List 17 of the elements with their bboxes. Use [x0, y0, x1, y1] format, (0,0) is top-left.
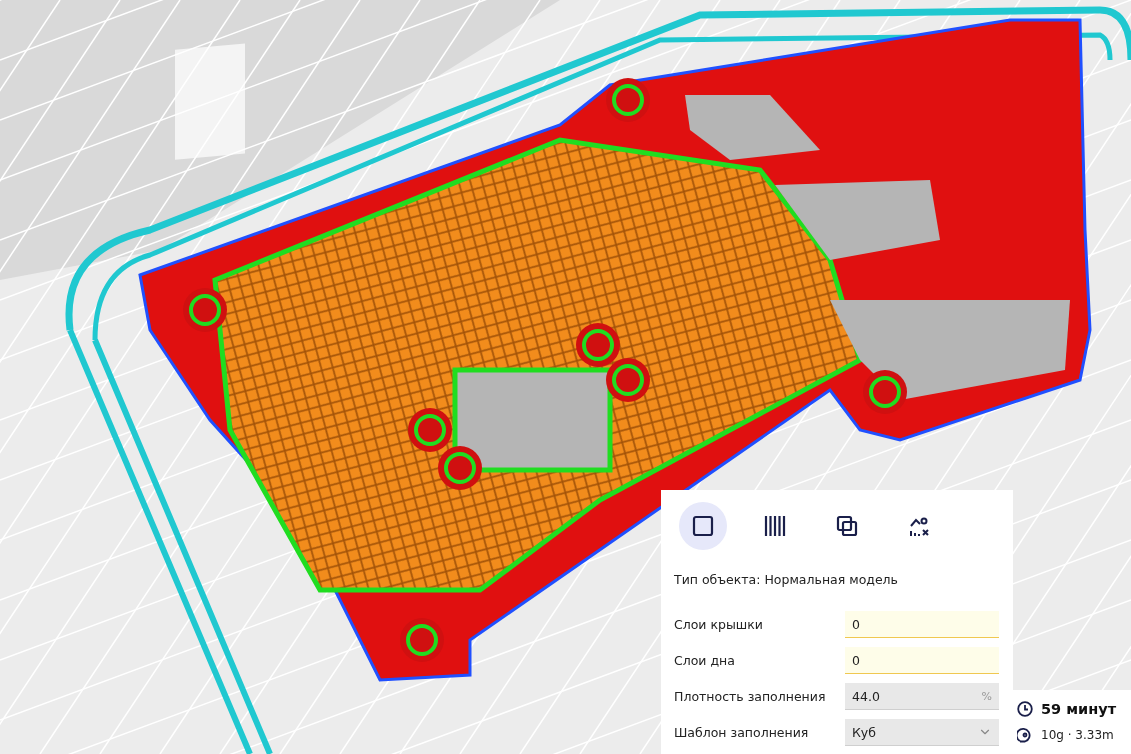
- setting-label: Слои дна: [674, 653, 735, 668]
- object-type-text: Тип объекта: Нормальная модель: [674, 572, 899, 587]
- spool-icon: [1017, 727, 1033, 743]
- input-field[interactable]: 0: [845, 611, 999, 638]
- print-time-text: 59 минут: [1041, 701, 1117, 717]
- setting-label: Плотность заполнения: [674, 689, 826, 704]
- clock-icon: [1017, 701, 1033, 717]
- material-usage-text: 10g · 3.33m: [1041, 728, 1114, 742]
- setting-label: Шаблон заполнения: [674, 725, 809, 740]
- setting-label: Слои крышки: [674, 617, 763, 632]
- select-field[interactable]: Куб: [845, 719, 999, 746]
- input-field[interactable]: 0: [845, 647, 999, 674]
- overlapping-squares-icon: [836, 515, 858, 537]
- vertical-bars-icon: [764, 515, 786, 537]
- input-field[interactable]: 44.0 %: [845, 683, 999, 710]
- square-icon: [692, 515, 714, 537]
- mesh-type-button[interactable]: [679, 502, 727, 550]
